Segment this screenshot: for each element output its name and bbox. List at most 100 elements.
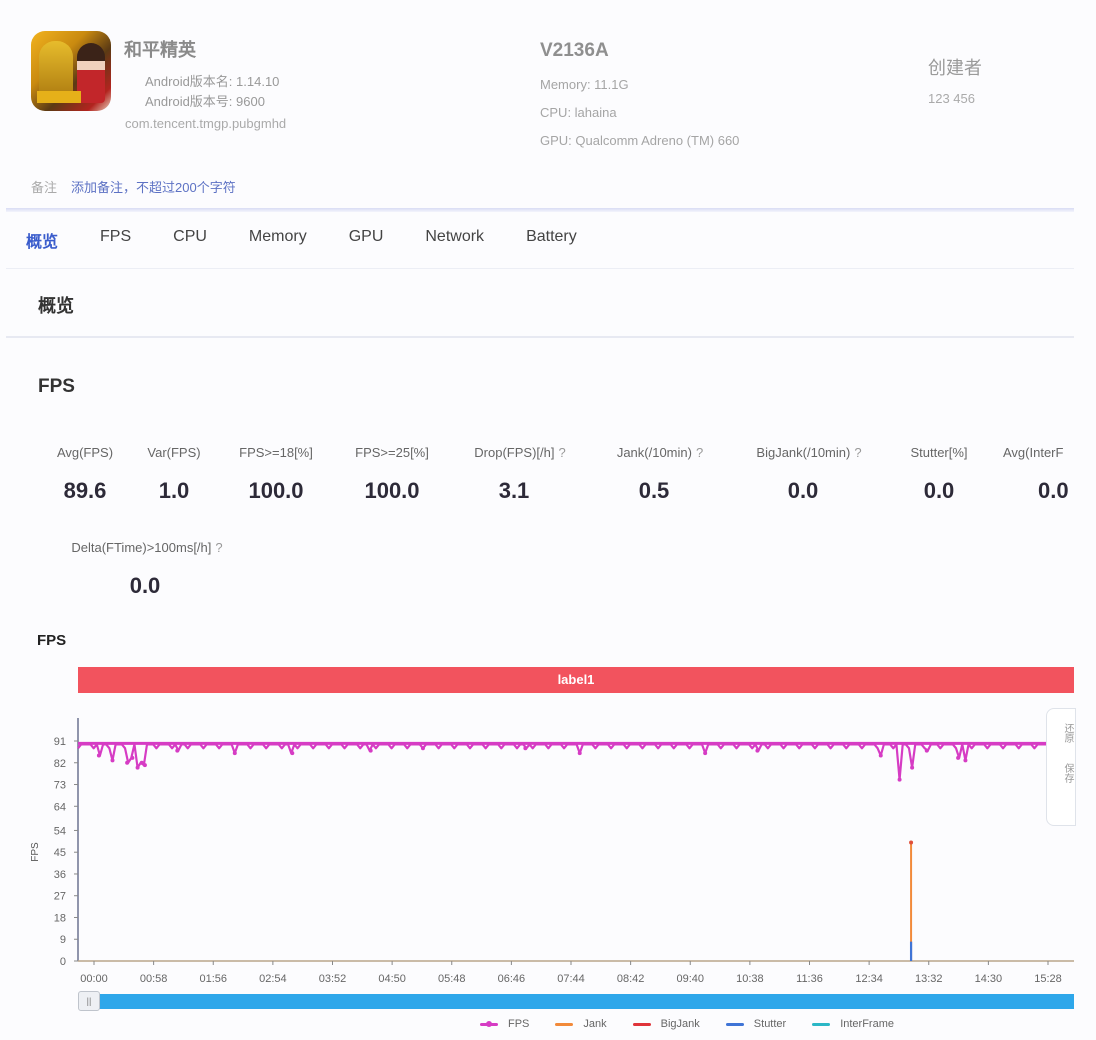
x-tick-label: 10:38 bbox=[736, 973, 764, 985]
legend-label: BigJank bbox=[660, 1018, 700, 1030]
fps-dip-point bbox=[420, 746, 425, 751]
tab-memory[interactable]: Memory bbox=[249, 228, 307, 252]
legend-stutter-swatch-icon bbox=[725, 1022, 744, 1026]
tab-cpu[interactable]: CPU bbox=[173, 228, 207, 252]
tab-network[interactable]: Network bbox=[425, 228, 484, 252]
fps-dip-point bbox=[956, 755, 961, 760]
fps-dip-point bbox=[175, 748, 180, 753]
fps-series-line bbox=[77, 743, 1047, 781]
data-zoom-slider[interactable] bbox=[82, 994, 1074, 1009]
x-tick-label: 07:44 bbox=[557, 973, 585, 985]
metric-value: 0.0 bbox=[1038, 478, 1069, 503]
fps-dip-point bbox=[130, 755, 135, 760]
data-zoom-handle[interactable]: || bbox=[78, 991, 100, 1011]
x-tick-label: 06:46 bbox=[498, 973, 526, 985]
save-image-button[interactable]: 保存 bbox=[1047, 763, 1075, 783]
x-tick-label: 04:50 bbox=[378, 973, 406, 985]
help-icon[interactable]: ? bbox=[558, 445, 565, 460]
metric-label: BigJank(/10min)? bbox=[742, 445, 876, 460]
metric-bigjank: BigJank(/10min)? 0.0 bbox=[742, 445, 876, 504]
label-bar[interactable]: label1 bbox=[78, 667, 1074, 693]
metric-value: 0.5 bbox=[638, 478, 670, 503]
x-tick-label: 00:00 bbox=[80, 973, 108, 985]
tab-battery[interactable]: Battery bbox=[526, 228, 577, 252]
metric-avg-interframe: Avg(InterF 0.0 bbox=[1003, 445, 1096, 504]
x-tick-label: 13:32 bbox=[915, 973, 943, 985]
y-tick-label: 82 bbox=[54, 758, 66, 770]
fps-dip-point bbox=[878, 753, 883, 758]
metric-label-text: BigJank(/10min) bbox=[756, 445, 851, 460]
header-divider bbox=[6, 208, 1074, 212]
metric-label: Avg(FPS) bbox=[56, 445, 114, 460]
fps-dip-point bbox=[523, 746, 528, 751]
metric-value: 3.1 bbox=[498, 478, 530, 503]
fps-dip-point bbox=[135, 765, 140, 770]
help-icon[interactable]: ? bbox=[215, 540, 222, 555]
device-cpu: CPU: lahaina bbox=[540, 105, 617, 120]
tab-overview[interactable]: 概览 bbox=[26, 228, 58, 252]
x-tick-label: 11:36 bbox=[796, 973, 823, 985]
app-version-name: Android版本名: 1.14.10 bbox=[145, 74, 280, 89]
fps-dip-point bbox=[703, 751, 708, 756]
metric-label: Stutter[%] bbox=[910, 445, 968, 460]
help-icon[interactable]: ? bbox=[696, 445, 703, 460]
device-memory: Memory: 11.1G bbox=[540, 77, 629, 92]
metric-label: Jank(/10min)? bbox=[604, 445, 716, 460]
legend-label: InterFrame bbox=[840, 1018, 894, 1030]
metric-label: Drop(FPS)[/h]? bbox=[462, 445, 578, 460]
device-gpu: GPU: Qualcomm Adreno (TM) 660 bbox=[540, 133, 740, 148]
device-model: V2136A bbox=[540, 40, 609, 61]
note-label: 备注 bbox=[31, 180, 58, 195]
game-icon bbox=[31, 31, 111, 111]
x-tick-label: 15:28 bbox=[1034, 973, 1062, 985]
fps-section-title: FPS bbox=[38, 376, 75, 397]
chart-title: FPS bbox=[37, 632, 67, 649]
app-name: 和平精英 bbox=[124, 40, 196, 60]
legend-label: Stutter bbox=[753, 1018, 787, 1030]
y-tick-label: 73 bbox=[54, 780, 66, 792]
x-tick-label: 02:54 bbox=[259, 973, 287, 985]
fps-dip-point bbox=[897, 777, 902, 782]
metric-jank: Jank(/10min)? 0.5 bbox=[604, 445, 716, 504]
metric-value: 0.0 bbox=[787, 478, 819, 503]
metric-value: 1.0 bbox=[158, 478, 190, 503]
tab-bar: 概览 FPS CPU Memory GPU Network Battery bbox=[26, 228, 619, 252]
restore-button[interactable]: 还原 bbox=[1047, 723, 1075, 743]
fps-dip-point bbox=[142, 763, 147, 768]
legend-label: FPS bbox=[508, 1018, 530, 1030]
fps-dip-point bbox=[924, 748, 929, 753]
y-tick-label: 45 bbox=[54, 847, 66, 859]
metric-value: 0.0 bbox=[923, 478, 955, 503]
y-tick-label: 54 bbox=[54, 825, 66, 837]
metric-label-text: Drop(FPS)[/h] bbox=[474, 445, 555, 460]
tab-fps[interactable]: FPS bbox=[100, 228, 131, 252]
fps-dip-point bbox=[110, 758, 115, 763]
y-tick-label: 64 bbox=[54, 801, 66, 813]
x-tick-label: 08:42 bbox=[617, 973, 645, 985]
legend-bigjank-swatch-icon bbox=[632, 1022, 651, 1026]
app-version-code: Android版本号: 9600 bbox=[145, 94, 265, 109]
fps-dip-point bbox=[125, 760, 130, 765]
legend-jank-swatch-icon bbox=[555, 1022, 574, 1026]
legend-item-stutter[interactable]: Stutter bbox=[725, 1018, 787, 1030]
legend-item-bigjank[interactable]: BigJank bbox=[632, 1018, 700, 1030]
legend-item-jank[interactable]: Jank bbox=[555, 1018, 607, 1030]
metric-delta-ftime: Delta(FTime)>100ms[/h]? 0.0 bbox=[54, 540, 240, 599]
y-tick-label: 0 bbox=[60, 956, 66, 968]
metric-label-text: Delta(FTime)>100ms[/h] bbox=[71, 540, 212, 555]
x-tick-label: 00:58 bbox=[140, 973, 168, 985]
legend-item-fps[interactable]: FPS bbox=[480, 1018, 529, 1030]
add-note-link[interactable]: 添加备注，不超过200个字符 bbox=[71, 177, 236, 196]
legend-fps-swatch-icon bbox=[480, 1020, 498, 1027]
help-icon[interactable]: ? bbox=[854, 445, 861, 460]
metric-fps-ge-25: FPS>=25[%] 100.0 bbox=[346, 445, 438, 504]
fps-dip-point bbox=[139, 760, 144, 765]
legend-item-interframe[interactable]: InterFrame bbox=[812, 1018, 894, 1030]
fps-line-chart: 0 9 18 27 36 45 54 64 73 82 91 FPS 00:00 00:58 01:56 02… bbox=[30, 718, 1074, 985]
metric-value: 100.0 bbox=[364, 478, 420, 503]
tab-gpu[interactable]: GPU bbox=[349, 228, 384, 252]
fps-dip-point bbox=[96, 753, 101, 758]
metric-avg-fps: Avg(FPS) 89.6 bbox=[52, 445, 118, 504]
x-tick-label: 12:34 bbox=[855, 973, 883, 985]
fps-dip-point bbox=[910, 765, 915, 770]
